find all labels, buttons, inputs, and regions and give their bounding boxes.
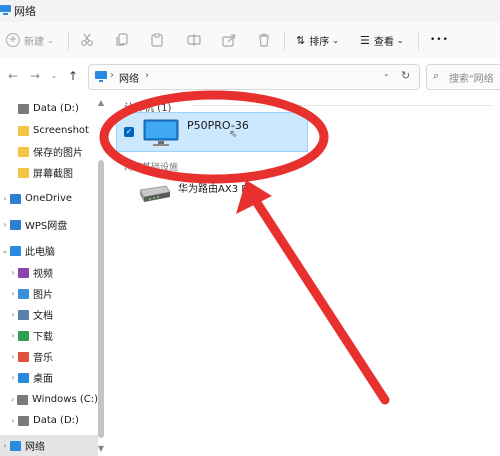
annotation-arrow-shaft — [245, 187, 390, 405]
highlight-circle — [99, 90, 329, 184]
annotation-overlay — [99, 90, 390, 405]
annotation-arrow-head — [236, 180, 272, 214]
